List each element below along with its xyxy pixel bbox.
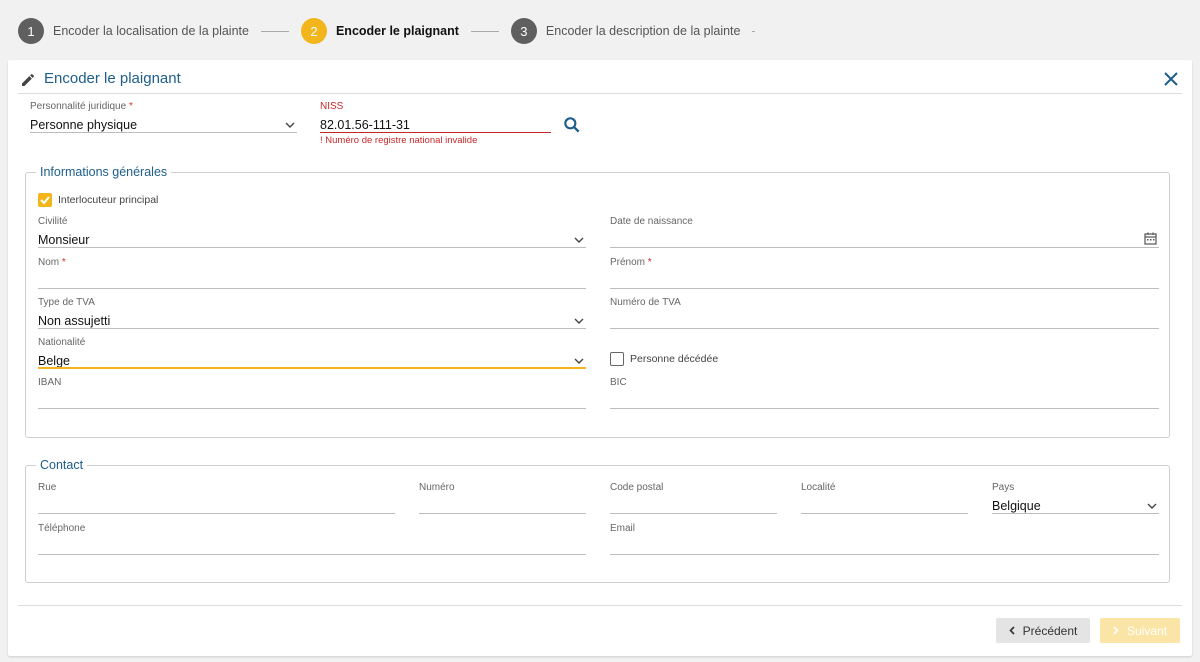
localite-field[interactable]: Localité: [801, 482, 968, 514]
pays-label: Pays: [992, 482, 1015, 493]
civilite-select[interactable]: Civilité Monsieur: [38, 216, 586, 248]
stepper: 1 Encoder la localisation de la plainte …: [18, 18, 756, 44]
bic-field[interactable]: BIC: [610, 377, 1159, 409]
step-1-label: Encoder la localisation de la plainte: [53, 24, 249, 38]
field-underline: [610, 288, 1159, 289]
step-connector: [470, 30, 499, 32]
card-header: Encoder le plaignant: [18, 66, 1182, 94]
field-underline: [419, 513, 586, 514]
field-underline: [610, 513, 777, 514]
chevron-left-icon: [1009, 626, 1015, 635]
next-button[interactable]: Suivant: [1100, 618, 1180, 643]
search-icon[interactable]: [562, 115, 582, 135]
field-underline: [992, 513, 1159, 514]
pencil-icon: [22, 73, 35, 86]
step-connector-end: [752, 30, 756, 32]
field-underline-focused: [38, 367, 586, 369]
nom-label: Nom *: [38, 257, 66, 268]
numero-tva-label: Numéro de TVA: [610, 297, 681, 308]
step-2-number: 2: [300, 18, 327, 44]
prenom-label: Prénom *: [610, 257, 652, 268]
field-underline: [38, 247, 586, 248]
chevron-down-icon: [1147, 503, 1157, 509]
chevron-down-icon: [574, 358, 584, 364]
step-connector: [260, 30, 289, 32]
rue-label: Rue: [38, 482, 57, 493]
previous-button-label: Précédent: [1022, 623, 1078, 638]
field-underline: [801, 513, 968, 514]
pays-select[interactable]: Pays Belgique: [992, 482, 1159, 514]
step-2[interactable]: 2 Encoder le plaignant: [300, 18, 459, 44]
close-icon[interactable]: [1164, 72, 1178, 86]
step-3-label: Encoder la description de la plainte: [545, 24, 741, 38]
field-underline: [610, 247, 1159, 248]
numero-field[interactable]: Numéro: [419, 482, 586, 514]
civilite-label: Civilité: [38, 216, 68, 227]
step-1-number: 1: [18, 18, 44, 44]
contact-legend: Contact: [36, 458, 88, 472]
card-title: Encoder le plaignant: [44, 70, 181, 87]
email-label: Email: [610, 523, 636, 534]
chevron-right-icon: [1113, 626, 1119, 635]
code-postal-field[interactable]: Code postal: [610, 482, 777, 514]
field-underline: [610, 328, 1159, 329]
localite-label: Localité: [801, 482, 836, 493]
complainant-card: Encoder le plaignant Personnalité juridi…: [8, 60, 1192, 656]
field-underline: [38, 288, 586, 289]
field-underline: [38, 408, 586, 409]
personnalite-select[interactable]: Personnalité juridique * Personne physiq…: [30, 101, 297, 133]
personnalite-label: Personnalité juridique *: [30, 101, 133, 112]
chevron-down-icon: [574, 318, 584, 324]
iban-field[interactable]: IBAN: [38, 377, 586, 409]
type-tva-label: Type de TVA: [38, 297, 95, 308]
rue-field[interactable]: Rue: [38, 482, 395, 514]
personne-decedee-checkbox[interactable]: [610, 352, 624, 366]
contact-section: Contact Rue Numéro Code postal Localité …: [25, 458, 1170, 583]
chevron-down-icon: [285, 122, 295, 128]
numero-label: Numéro: [419, 482, 455, 493]
telephone-label: Téléphone: [38, 523, 86, 534]
previous-button[interactable]: Précédent: [996, 618, 1090, 643]
footer-divider: [18, 605, 1182, 606]
chevron-down-icon: [574, 237, 584, 243]
niss-label: NISS: [320, 101, 344, 112]
type-tva-select[interactable]: Type de TVA Non assujetti: [38, 297, 586, 329]
step-2-label: Encoder le plaignant: [335, 24, 459, 38]
email-field[interactable]: Email: [610, 523, 1159, 555]
step-3[interactable]: 3 Encoder la description de la plainte: [510, 18, 741, 44]
field-underline: [30, 132, 297, 133]
niss-field[interactable]: NISS 82.01.56-111-31 ! Numéro de registr…: [320, 101, 551, 147]
general-info-section: Informations générales Interlocuteur pri…: [25, 165, 1170, 438]
date-naissance-label: Date de naissance: [610, 216, 693, 227]
nationalite-label: Nationalité: [38, 337, 86, 348]
field-underline: [38, 554, 586, 555]
prenom-field[interactable]: Prénom *: [610, 257, 1159, 289]
next-button-label: Suivant: [1126, 623, 1168, 638]
nationalite-select[interactable]: Nationalité Belge: [38, 337, 586, 369]
nom-field[interactable]: Nom *: [38, 257, 586, 289]
niss-error: ! Numéro de registre national invalide: [320, 135, 478, 146]
general-info-legend: Informations générales: [36, 165, 172, 179]
field-underline: [38, 513, 395, 514]
step-1[interactable]: 1 Encoder la localisation de la plainte: [18, 18, 249, 44]
check-icon: [40, 196, 50, 205]
field-underline: [610, 554, 1159, 555]
calendar-icon[interactable]: [1144, 232, 1157, 245]
interlocuteur-checkbox[interactable]: [38, 193, 52, 207]
code-postal-label: Code postal: [610, 482, 664, 493]
date-naissance-field[interactable]: Date de naissance: [610, 216, 1159, 248]
bic-label: BIC: [610, 377, 627, 388]
field-underline: [320, 132, 551, 133]
iban-label: IBAN: [38, 377, 62, 388]
telephone-field[interactable]: Téléphone: [38, 523, 586, 555]
personne-decedee-label: Personne décédée: [630, 353, 719, 365]
field-underline: [610, 408, 1159, 409]
numero-tva-field[interactable]: Numéro de TVA: [610, 297, 1159, 329]
field-underline: [38, 328, 586, 329]
step-3-number: 3: [510, 18, 537, 44]
interlocuteur-label: Interlocuteur principal: [58, 194, 159, 206]
